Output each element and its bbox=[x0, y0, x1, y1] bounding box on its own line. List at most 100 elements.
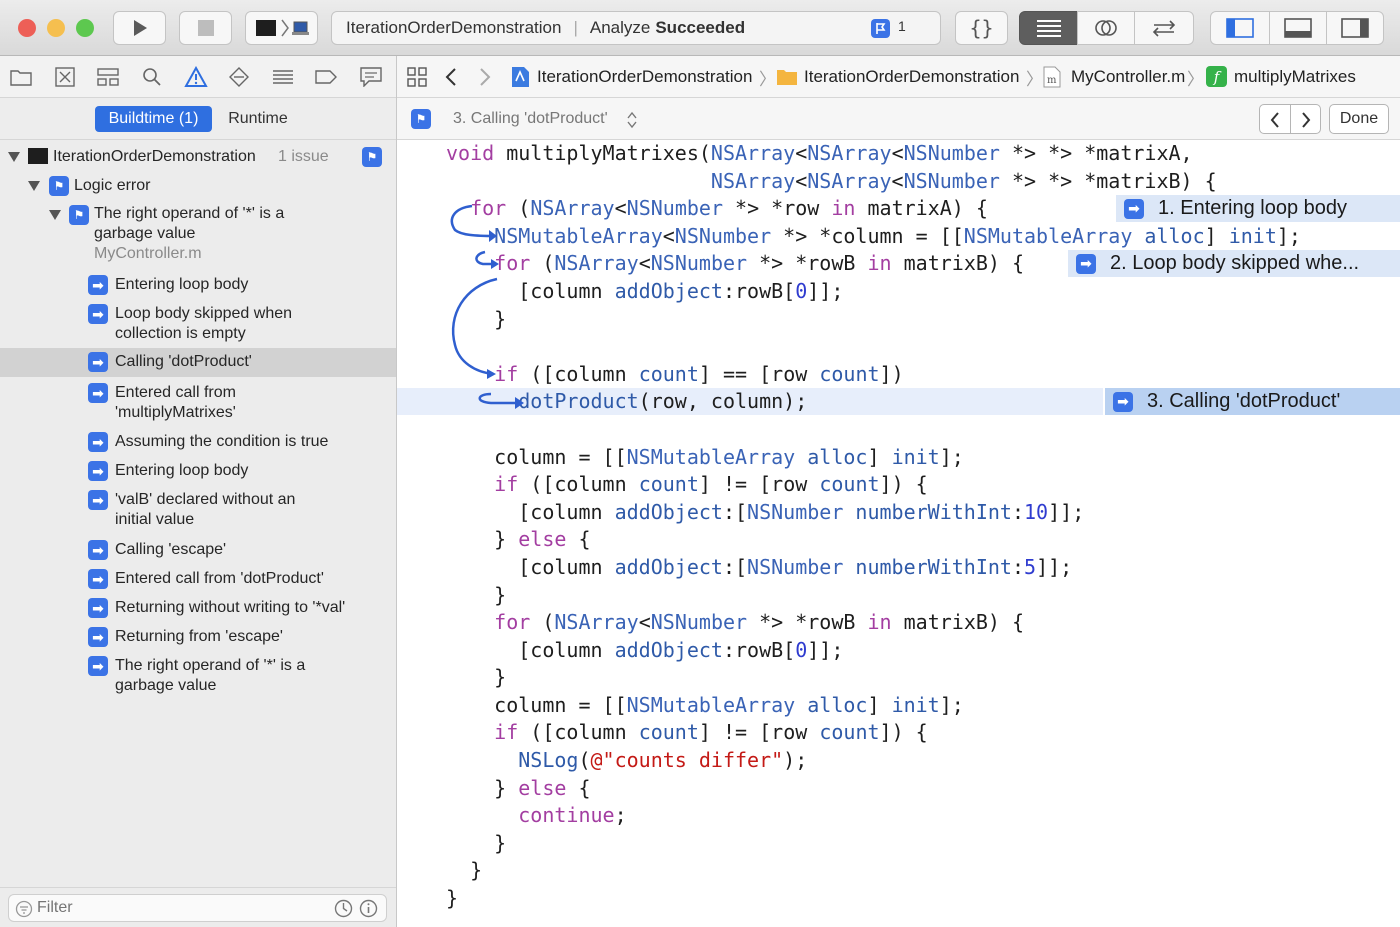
current-step-label[interactable]: 3. Calling 'dotProduct' bbox=[453, 110, 608, 128]
activity-view: IterationOrderDemonstration | Analyze Su… bbox=[331, 11, 941, 45]
list-item[interactable]: ➡ Entering loop body bbox=[0, 274, 396, 298]
toggle-debug-area-button[interactable] bbox=[1269, 11, 1327, 45]
disclosure-triangle-icon[interactable] bbox=[28, 181, 40, 191]
arrowhead-icon bbox=[489, 230, 497, 242]
run-button[interactable] bbox=[113, 11, 166, 45]
updown-chevron-icon[interactable] bbox=[627, 111, 637, 129]
list-item[interactable]: ➡ Returning without writing to '*val' bbox=[0, 597, 396, 621]
find-icon bbox=[143, 68, 161, 86]
project-issue-count: 1 issue bbox=[278, 148, 329, 165]
close-window-button[interactable] bbox=[18, 19, 36, 37]
done-button[interactable]: Done bbox=[1329, 104, 1389, 134]
breadcrumb-group[interactable]: IterationOrderDemonstration bbox=[804, 67, 1019, 87]
minimize-window-button[interactable] bbox=[47, 19, 65, 37]
issue-title-line1: The right operand of '*' is a bbox=[94, 205, 285, 222]
debug-icon bbox=[273, 70, 293, 84]
category-row[interactable]: ⚑ Logic error bbox=[0, 174, 396, 198]
issue-navigator: IterationOrderDemonstration 1 issue ⚑ ⚑ … bbox=[0, 140, 396, 887]
forward-arrow-icon[interactable] bbox=[479, 67, 491, 87]
disclosure-triangle-icon[interactable] bbox=[8, 152, 20, 162]
breakpoint-navigator-tab[interactable] bbox=[314, 65, 338, 89]
play-icon bbox=[133, 20, 147, 36]
toggle-inspector-button[interactable] bbox=[1326, 11, 1384, 45]
test-navigator-tab[interactable] bbox=[227, 65, 251, 89]
test-icon bbox=[229, 67, 249, 87]
project-row[interactable]: IterationOrderDemonstration 1 issue ⚑ bbox=[0, 145, 396, 169]
list-item[interactable]: ➡ The right operand of '*' is a garbage … bbox=[0, 655, 396, 699]
list-item[interactable]: ➡ Returning from 'escape' bbox=[0, 626, 396, 650]
filter-icon bbox=[15, 900, 33, 918]
next-step-button[interactable] bbox=[1300, 111, 1312, 129]
step-bubble-label: 3. Calling 'dotProduct' bbox=[1147, 390, 1341, 412]
disclosure-triangle-icon[interactable] bbox=[49, 210, 61, 220]
issue-row[interactable]: ⚑ The right operand of '*' is a garbage … bbox=[0, 203, 396, 267]
source-editor[interactable]: void multiplyMatrixes(NSArray<NSArray<NS… bbox=[397, 140, 1400, 927]
breadcrumb-separator: 〉 bbox=[1187, 70, 1204, 89]
info-icon[interactable] bbox=[359, 899, 378, 918]
list-item[interactable]: ➡ 'valB' declared without an initial val… bbox=[0, 489, 396, 533]
path-arrow-3 bbox=[451, 277, 498, 376]
runtime-tab[interactable]: Runtime bbox=[212, 106, 304, 132]
analyze-badge-icon: ⚑ bbox=[362, 147, 382, 167]
breadcrumb-function[interactable]: multiplyMatrixes bbox=[1234, 67, 1356, 87]
source-control-navigator-tab[interactable] bbox=[53, 65, 77, 89]
issue-count[interactable]: 1 bbox=[898, 18, 906, 34]
assistant-editor-button[interactable] bbox=[1077, 11, 1135, 45]
version-editor-button[interactable] bbox=[1134, 11, 1194, 45]
function-icon: f bbox=[1206, 66, 1227, 87]
analyze-badge-icon[interactable] bbox=[871, 19, 890, 38]
list-item[interactable]: ➡ Entered call from 'multiplyMatrixes' bbox=[0, 382, 396, 426]
arrow-right-icon: ➡ bbox=[88, 540, 108, 560]
issue-navigator-tab[interactable] bbox=[184, 65, 208, 89]
list-item-selected[interactable]: ➡ Calling 'dotProduct' bbox=[0, 348, 396, 377]
segment-divider bbox=[1290, 105, 1291, 133]
step-label: Loop body skipped when bbox=[115, 305, 293, 322]
standard-editor-button[interactable] bbox=[1019, 11, 1078, 45]
window-toolbar: IterationOrderDemonstration | Analyze Su… bbox=[0, 0, 1400, 56]
stop-button[interactable] bbox=[179, 11, 232, 45]
project-navigator-tab[interactable] bbox=[9, 65, 33, 89]
standard-editor-icon bbox=[1036, 20, 1061, 37]
arrow-right-icon: ➡ bbox=[88, 432, 108, 452]
grid-icon[interactable] bbox=[407, 67, 427, 87]
step-label: Assuming the condition is true bbox=[115, 433, 329, 450]
filter-input[interactable] bbox=[37, 898, 307, 918]
list-item[interactable]: ➡ Entered call from 'dotProduct' bbox=[0, 568, 396, 592]
list-item[interactable]: ➡ Loop body skipped when collection is e… bbox=[0, 303, 396, 347]
report-navigator-tab[interactable] bbox=[359, 65, 383, 89]
filter-field[interactable] bbox=[8, 894, 387, 922]
path-arrow-1 bbox=[450, 204, 496, 238]
arrow-right-icon: ➡ bbox=[88, 490, 108, 510]
step-bubble-2[interactable]: ➡ 2. Loop body skipped whe... bbox=[1066, 250, 1400, 277]
buildtime-tab[interactable]: Buildtime (1) bbox=[95, 106, 212, 132]
step-bubble-3[interactable]: ➡ 3. Calling 'dotProduct' bbox=[1103, 388, 1400, 415]
clock-icon[interactable] bbox=[334, 899, 353, 918]
symbol-icon bbox=[97, 68, 119, 86]
source-control-icon bbox=[55, 67, 75, 87]
arrow-right-icon: ➡ bbox=[1124, 198, 1144, 219]
jump-bar: IterationOrderDemonstration 〉 IterationO… bbox=[397, 56, 1400, 98]
find-navigator-tab[interactable] bbox=[140, 65, 164, 89]
arrow-right-icon: ➡ bbox=[88, 383, 108, 403]
zoom-window-button[interactable] bbox=[76, 19, 94, 37]
stop-icon bbox=[197, 20, 214, 36]
step-label: Returning without writing to '*val' bbox=[115, 599, 346, 616]
arrow-right-icon: ➡ bbox=[1076, 253, 1096, 274]
library-button[interactable]: {} bbox=[955, 11, 1008, 45]
breadcrumb-separator: 〉 bbox=[759, 70, 776, 89]
debug-navigator-tab[interactable] bbox=[271, 65, 295, 89]
symbol-navigator-tab[interactable] bbox=[96, 65, 120, 89]
step-bubble-1[interactable]: ➡ 1. Entering loop body bbox=[1114, 195, 1400, 222]
breadcrumb-file[interactable]: MyController.m bbox=[1071, 67, 1185, 87]
project-name: IterationOrderDemonstration bbox=[53, 148, 256, 165]
inspector-toggle-icon bbox=[1341, 18, 1369, 38]
toggle-navigator-button[interactable] bbox=[1210, 11, 1270, 45]
list-item[interactable]: ➡ Entering loop body bbox=[0, 460, 396, 484]
back-arrow-icon[interactable] bbox=[445, 67, 457, 87]
previous-step-button[interactable] bbox=[1269, 111, 1281, 129]
breadcrumb-project[interactable]: IterationOrderDemonstration bbox=[537, 67, 752, 87]
step-label: Calling 'dotProduct' bbox=[115, 353, 252, 370]
list-item[interactable]: ➡ Assuming the condition is true bbox=[0, 431, 396, 455]
scheme-selector[interactable] bbox=[245, 11, 318, 45]
list-item[interactable]: ➡ Calling 'escape' bbox=[0, 539, 396, 563]
